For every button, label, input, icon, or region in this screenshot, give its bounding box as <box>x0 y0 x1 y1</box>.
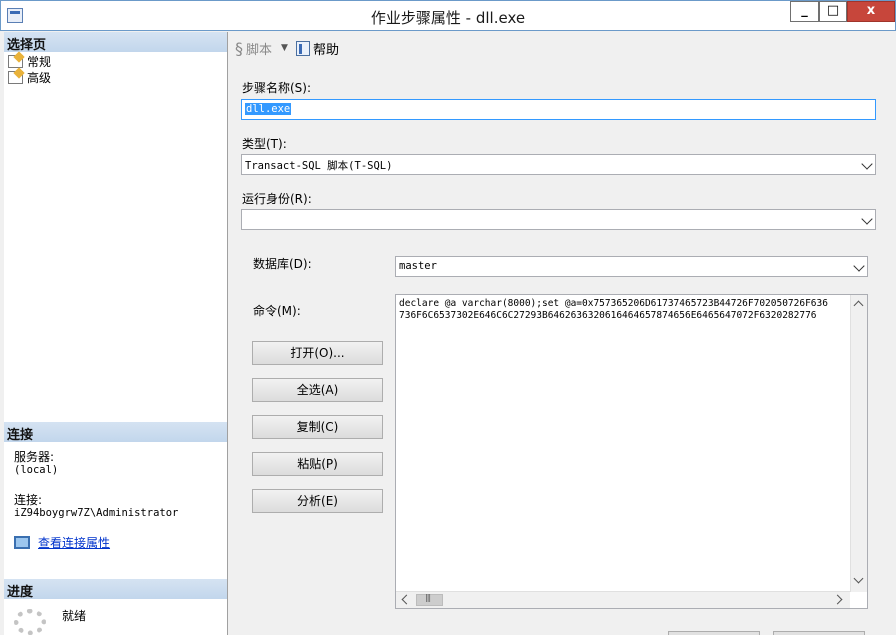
select-all-button[interactable]: 全选(A) <box>252 378 383 402</box>
chevron-down-icon <box>853 260 865 272</box>
step-name-value: dll.exe <box>245 103 292 115</box>
view-connection-properties-link[interactable]: 查看连接属性 <box>14 534 110 551</box>
toolbar: § 脚本 ▼ 帮助 <box>229 32 889 64</box>
script-button[interactable]: § 脚本 ▼ <box>235 39 288 58</box>
page-icon <box>8 70 23 84</box>
connection-label: 连接: <box>14 493 43 507</box>
command-label: 命令(M): <box>253 304 301 318</box>
help-label: 帮助 <box>312 42 339 58</box>
paste-button[interactable]: 粘贴(P) <box>252 452 383 476</box>
maximize-button[interactable]: □ <box>819 1 847 22</box>
step-name-label: 步骤名称(S): <box>242 81 312 95</box>
nav-item-advanced[interactable]: 高级 <box>8 69 51 85</box>
scroll-right-icon[interactable] <box>832 594 843 605</box>
open-button[interactable]: 打开(O)... <box>252 341 383 365</box>
progress-spinner-icon <box>14 609 46 635</box>
monitor-icon <box>14 536 30 549</box>
database-select[interactable]: master <box>395 256 868 277</box>
chevron-down-icon <box>861 158 873 170</box>
page-icon <box>8 54 23 68</box>
scroll-up-icon[interactable] <box>853 300 864 311</box>
type-label: 类型(T): <box>242 137 287 151</box>
parse-button[interactable]: 分析(E) <box>252 489 383 513</box>
window-title: 作业步骤属性 - dll.exe <box>370 9 526 27</box>
nav-item-general[interactable]: 常规 <box>8 53 51 69</box>
help-icon <box>295 40 310 56</box>
run-as-label: 运行身份(R): <box>242 192 312 206</box>
run-as-select[interactable] <box>241 209 876 230</box>
minimize-button[interactable]: _ <box>790 1 819 22</box>
command-line: declare @a varchar(8000);set @a=0x757365… <box>399 298 828 309</box>
progress-status: 就绪 <box>62 609 87 623</box>
select-page-header: 选择页 <box>4 32 227 53</box>
connection-header: 连接 <box>4 422 227 443</box>
progress-header: 进度 <box>4 579 227 600</box>
scroll-left-icon[interactable] <box>401 594 412 605</box>
cancel-button-edge[interactable] <box>773 631 865 635</box>
nav-item-label: 高级 <box>27 70 52 85</box>
type-value: Transact-SQL 脚本(T-SQL) <box>245 160 393 172</box>
script-label: 脚本 <box>246 42 273 58</box>
horizontal-scrollbar[interactable] <box>396 591 850 608</box>
server-label: 服务器: <box>14 450 55 464</box>
chevron-down-icon <box>861 213 873 225</box>
script-icon: § <box>235 38 243 58</box>
copy-button[interactable]: 复制(C) <box>252 415 383 439</box>
step-name-input[interactable]: dll.exe <box>241 99 876 120</box>
horizontal-scroll-thumb[interactable] <box>416 593 443 606</box>
right-pane: § 脚本 ▼ 帮助 步骤名称(S): dll.exe 类型(T): Transa… <box>229 32 896 635</box>
connection-value: iZ94boygrw7Z\Administrator <box>14 507 179 519</box>
left-pane: 选择页 常规 高级 连接 服务器: (local) 连接: iZ94boygrw… <box>4 32 228 635</box>
ok-button-edge[interactable] <box>668 631 760 635</box>
help-button[interactable]: 帮助 <box>295 39 339 58</box>
database-value: master <box>399 260 437 272</box>
command-textarea[interactable]: declare @a varchar(8000);set @a=0x757365… <box>395 294 868 609</box>
vertical-scrollbar[interactable] <box>850 295 867 592</box>
title-bar: 作业步骤属性 - dll.exe _ □ x <box>0 0 896 31</box>
nav-item-label: 常规 <box>27 54 52 69</box>
command-line: 736F6C6537302E646C6C27293B64626363206164… <box>399 310 817 321</box>
scroll-down-icon[interactable] <box>853 573 864 584</box>
command-text: declare @a varchar(8000);set @a=0x757365… <box>399 298 849 322</box>
chevron-down-icon[interactable]: ▼ <box>281 43 288 53</box>
type-select[interactable]: Transact-SQL 脚本(T-SQL) <box>241 154 876 175</box>
view-connection-link-label[interactable]: 查看连接属性 <box>38 534 110 551</box>
close-button[interactable]: x <box>847 1 895 22</box>
database-label: 数据库(D): <box>253 257 312 271</box>
server-value: (local) <box>14 464 59 476</box>
